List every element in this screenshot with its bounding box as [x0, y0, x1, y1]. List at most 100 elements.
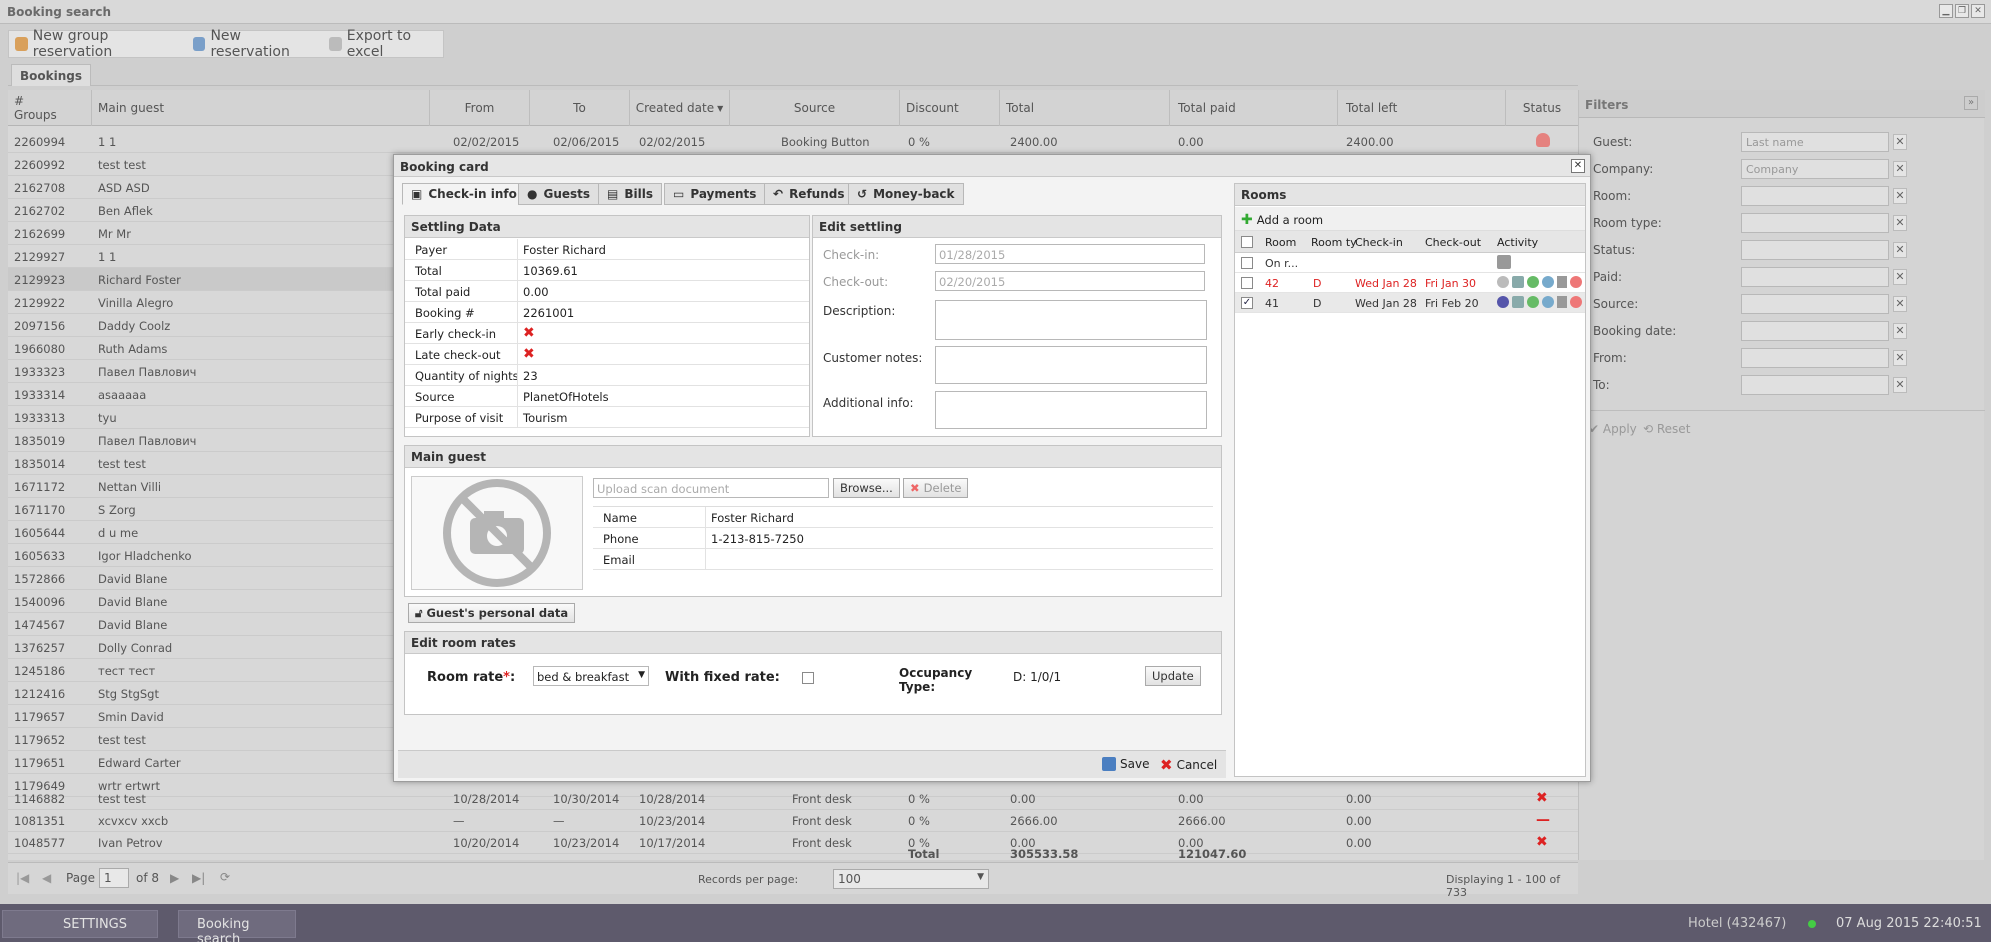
collapse-icon[interactable]: »: [1964, 96, 1978, 110]
paid-select[interactable]: [1741, 267, 1889, 287]
from-date-input[interactable]: [1741, 348, 1889, 368]
clear-icon[interactable]: ✕: [1893, 161, 1907, 177]
window-title: Booking search: [7, 5, 111, 19]
clear-icon[interactable]: ✕: [1893, 215, 1907, 231]
check-circle-icon[interactable]: [1527, 276, 1539, 288]
room-row[interactable]: ✓ 41 D Wed Jan 28 Fri Feb 20: [1235, 293, 1585, 313]
tab-checkin-info[interactable]: ▣ Check-in info: [402, 183, 526, 205]
add-room-button[interactable]: ✚ Add a room: [1241, 212, 1323, 228]
list-icon[interactable]: [1512, 296, 1524, 308]
guest-personal-data-button[interactable]: 🔓︎ Guest's personal data: [408, 603, 576, 623]
table-row[interactable]: 2260994 1 1 02/02/2015 02/06/2015 02/02/…: [8, 130, 1578, 153]
remove-icon[interactable]: [1570, 296, 1582, 308]
minimize-icon[interactable]: ▁: [1939, 4, 1953, 18]
col-created[interactable]: Created date: [636, 101, 714, 115]
clear-icon[interactable]: ✕: [1893, 350, 1907, 366]
tab-money-back[interactable]: ↺ Money-back: [848, 183, 964, 205]
room-checkbox[interactable]: ✓: [1241, 297, 1253, 309]
remove-icon[interactable]: [1570, 276, 1582, 288]
customer-notes-textarea[interactable]: [935, 346, 1207, 384]
clear-icon[interactable]: ✕: [1893, 188, 1907, 204]
occupancy-value: D: 1/0/1: [1013, 670, 1062, 684]
company-input[interactable]: Company: [1741, 159, 1889, 179]
prev-page-icon[interactable]: ◀: [42, 871, 51, 885]
col-source[interactable]: Source: [794, 101, 835, 115]
guest-icon[interactable]: [1497, 296, 1509, 308]
status-select[interactable]: [1741, 240, 1889, 260]
update-button[interactable]: Update: [1145, 666, 1201, 686]
refresh-icon[interactable]: ⟳: [220, 870, 230, 884]
first-page-icon[interactable]: |◀: [16, 871, 29, 885]
tab-refunds[interactable]: ↶ Refunds: [764, 183, 854, 205]
booking-search-task[interactable]: Booking search: [178, 910, 296, 942]
select-all-checkbox[interactable]: [1241, 236, 1253, 248]
room-select[interactable]: [1741, 186, 1889, 206]
reset-icon: ⟲: [1643, 422, 1657, 436]
room-row[interactable]: On r...: [1235, 253, 1585, 273]
close-icon[interactable]: ✕: [1571, 159, 1585, 173]
print-icon[interactable]: [1497, 255, 1511, 269]
cancel-button[interactable]: ✖ Cancel: [1160, 756, 1217, 774]
chevron-down-icon: ▼: [638, 670, 645, 680]
source-select[interactable]: [1741, 294, 1889, 314]
room-checkbox[interactable]: [1241, 277, 1253, 289]
clear-icon[interactable]: ✕: [1893, 296, 1907, 312]
room-rate-select[interactable]: bed & breakfast ▼: [533, 666, 649, 686]
table-row[interactable]: 1146882 test test 10/28/2014 10/30/2014 10/2…: [8, 787, 1578, 810]
tab-strip: Bookings: [8, 64, 1578, 86]
col-total-paid[interactable]: Total paid: [1178, 101, 1236, 115]
user-add-icon[interactable]: [1542, 276, 1554, 288]
records-per-page-select[interactable]: 100 ▼: [833, 869, 989, 889]
apply-button[interactable]: ✔ Apply: [1589, 422, 1637, 436]
settings-button[interactable]: SETTINGS: [2, 910, 158, 938]
col-total-left[interactable]: Total left: [1346, 101, 1397, 115]
clear-icon[interactable]: ✕: [1893, 377, 1907, 393]
close-icon[interactable]: ✕: [1971, 4, 1985, 18]
tab-guests[interactable]: ● Guests: [518, 183, 600, 205]
list-icon[interactable]: [1512, 276, 1524, 288]
clear-icon[interactable]: ✕: [1893, 134, 1907, 150]
additional-info-textarea[interactable]: [935, 391, 1207, 429]
tab-payments[interactable]: ▭ Payments: [664, 183, 766, 205]
next-page-icon[interactable]: ▶: [170, 871, 179, 885]
col-groups[interactable]: Groups: [14, 108, 57, 122]
col-status[interactable]: Status: [1523, 101, 1561, 115]
fixed-rate-checkbox[interactable]: [802, 672, 814, 684]
new-reservation-button[interactable]: New reservation: [192, 28, 315, 60]
clear-icon[interactable]: ✕: [1893, 242, 1907, 258]
door-icon[interactable]: [1557, 276, 1567, 288]
last-page-icon[interactable]: ▶|: [192, 871, 205, 885]
guest-input[interactable]: Last name: [1741, 132, 1889, 152]
tab-bookings[interactable]: Bookings: [11, 64, 92, 86]
tab-bills[interactable]: ▤ Bills: [598, 183, 662, 205]
user-add-icon[interactable]: [1542, 296, 1554, 308]
checkout-input[interactable]: 02/20/2015: [935, 271, 1205, 291]
delete-button[interactable]: ✖ Delete: [903, 478, 969, 498]
to-date-input[interactable]: [1741, 375, 1889, 395]
restore-icon[interactable]: ❐: [1955, 4, 1969, 18]
clear-icon[interactable]: ✕: [1893, 269, 1907, 285]
browse-button[interactable]: Browse...: [833, 478, 900, 498]
col-discount[interactable]: Discount: [906, 101, 959, 115]
reset-button[interactable]: ⟲ Reset: [1643, 422, 1690, 436]
check-circle-icon[interactable]: [1527, 296, 1539, 308]
table-row[interactable]: 1081351 xcvxcv xxcb — —10/23/2014 Front desk…: [8, 809, 1578, 832]
room-checkbox[interactable]: [1241, 257, 1253, 269]
page-input[interactable]: 1: [99, 868, 129, 888]
checkin-input[interactable]: 01/28/2015: [935, 244, 1205, 264]
col-to[interactable]: To: [573, 101, 586, 115]
col-from[interactable]: From: [465, 101, 495, 115]
clear-icon[interactable]: ✕: [1893, 323, 1907, 339]
upload-scan-input[interactable]: Upload scan document: [593, 478, 829, 498]
save-button[interactable]: Save: [1102, 757, 1149, 771]
guest-icon[interactable]: [1497, 276, 1509, 288]
booking-date-input[interactable]: [1741, 321, 1889, 341]
door-icon[interactable]: [1557, 296, 1567, 308]
col-main-guest[interactable]: Main guest: [98, 101, 164, 115]
room-row[interactable]: 42 D Wed Jan 28 Fri Jan 30: [1235, 273, 1585, 293]
new-group-reservation-button[interactable]: New group reservation: [15, 28, 179, 60]
col-total[interactable]: Total: [1006, 101, 1034, 115]
export-excel-button[interactable]: Export to excel: [328, 28, 443, 60]
room-type-select[interactable]: [1741, 213, 1889, 233]
description-textarea[interactable]: [935, 300, 1207, 340]
